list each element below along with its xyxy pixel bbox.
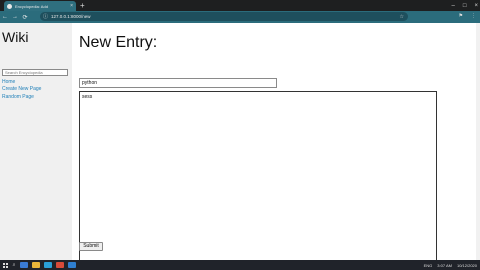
- sidebar-title: Wiki: [2, 29, 29, 45]
- vscode-app-icon[interactable]: [68, 262, 76, 268]
- extension-icon[interactable]: ⚑: [459, 13, 463, 19]
- bookmark-star-icon[interactable]: ☆: [400, 14, 404, 20]
- sidebar-link-home[interactable]: Home: [2, 79, 15, 85]
- site-info-icon[interactable]: ⓘ: [43, 13, 48, 20]
- tab-bar: Encyclopedia: Add × + – □ ×: [0, 0, 480, 11]
- system-tray: ENG 3:07 AM 10/12/2020: [424, 260, 477, 270]
- window-controls: – □ ×: [452, 0, 478, 11]
- file-explorer-app-icon[interactable]: [32, 262, 40, 268]
- entry-content-textarea[interactable]: sess: [79, 91, 437, 263]
- toolbar-icons: ⚑ ⋮: [459, 13, 476, 19]
- tab-title: Encyclopedia: Add: [15, 3, 48, 9]
- sidebar-link-random-page[interactable]: Random Page: [2, 94, 34, 100]
- tray-lang[interactable]: ENG: [424, 263, 433, 268]
- close-window-icon[interactable]: ×: [474, 3, 478, 9]
- page-title: New Entry:: [79, 34, 158, 51]
- entry-title-input[interactable]: [79, 78, 277, 88]
- browser-toolbar: ← → ⟳ ⓘ 127.0.0.1:8000/new ☆ ⚑ ⋮: [0, 11, 480, 23]
- page-content: Wiki Home Create New Page Random Page Ne…: [0, 23, 480, 263]
- menu-icon[interactable]: ⋮: [471, 13, 476, 19]
- maximize-icon[interactable]: □: [463, 3, 467, 9]
- tray-time[interactable]: 3:07 AM: [437, 263, 452, 268]
- taskbar: ⌕ ENG 3:07 AM 10/12/2020: [0, 260, 480, 270]
- tray-date[interactable]: 10/12/2020: [457, 263, 477, 268]
- page-scrollbar[interactable]: [476, 23, 480, 260]
- taskbar-search-icon[interactable]: ⌕: [10, 260, 18, 270]
- back-icon[interactable]: ←: [0, 14, 10, 20]
- windows-logo-icon: [2, 262, 8, 268]
- favicon-icon: [7, 3, 12, 9]
- sidebar: Wiki Home Create New Page Random Page: [0, 23, 72, 260]
- submit-button[interactable]: Submit: [79, 242, 103, 251]
- search-input[interactable]: [2, 69, 68, 76]
- start-button[interactable]: [0, 260, 10, 270]
- browser-window: Encyclopedia: Add × + – □ × ← → ⟳ ⓘ 127.…: [0, 0, 480, 270]
- taskview-app-icon[interactable]: [20, 262, 28, 268]
- forward-icon[interactable]: →: [10, 14, 20, 20]
- sidebar-link-create-new-page[interactable]: Create New Page: [2, 86, 41, 92]
- address-url: 127.0.0.1:8000/new: [51, 14, 91, 19]
- chrome-app-icon[interactable]: [56, 262, 64, 268]
- browser-tab[interactable]: Encyclopedia: Add ×: [4, 1, 76, 11]
- address-bar[interactable]: ⓘ 127.0.0.1:8000/new ☆: [40, 12, 408, 21]
- reload-icon[interactable]: ⟳: [20, 14, 30, 21]
- edge-app-icon[interactable]: [44, 262, 52, 268]
- tab-close-icon[interactable]: ×: [70, 3, 73, 9]
- minimize-icon[interactable]: –: [452, 3, 455, 9]
- new-tab-button[interactable]: +: [80, 1, 85, 10]
